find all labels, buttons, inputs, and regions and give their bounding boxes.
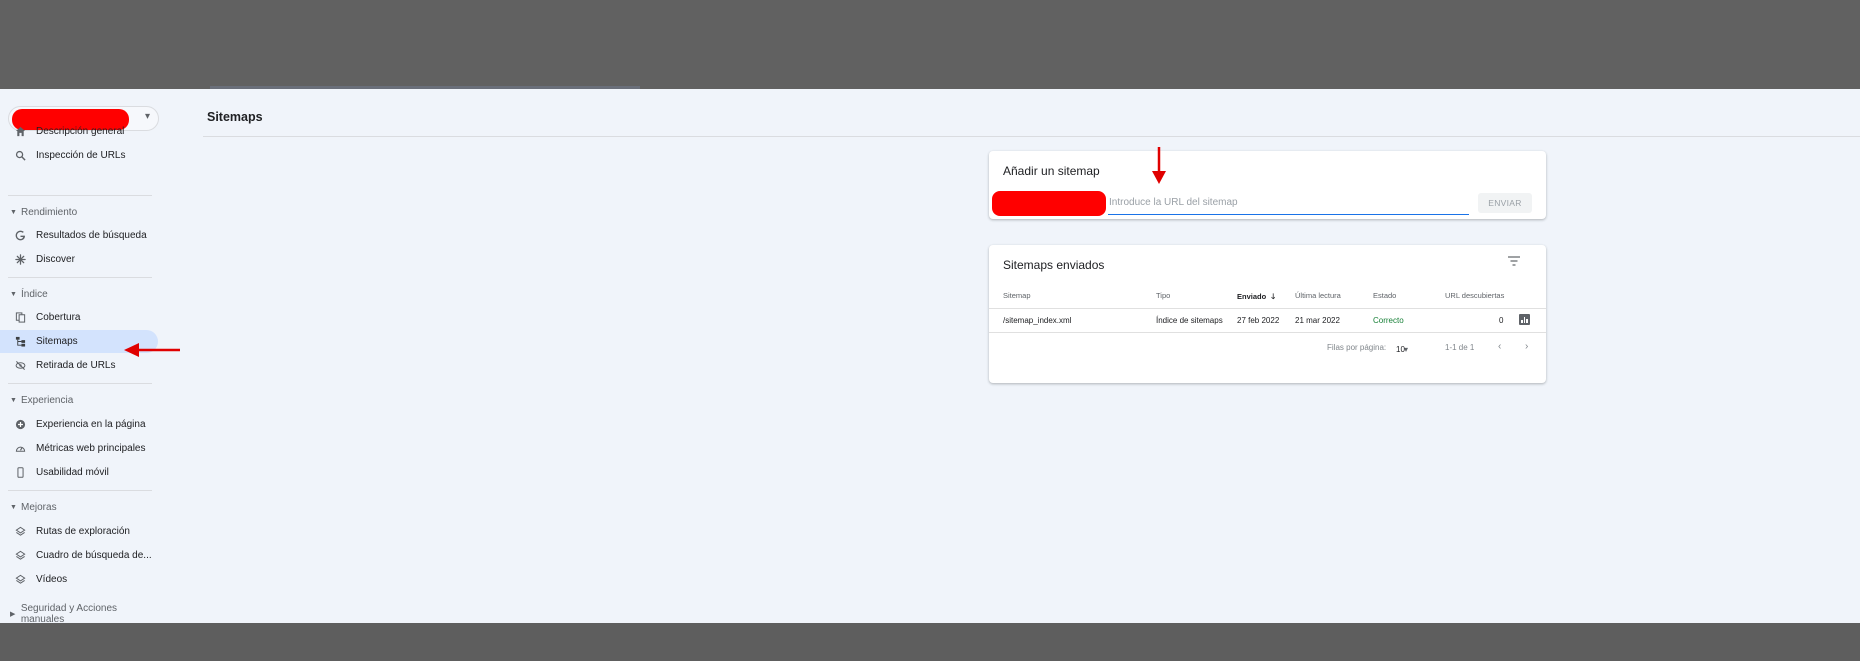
sidebar-item-mobile-usability[interactable]: Usabilidad móvil xyxy=(0,461,158,484)
sidebar-divider xyxy=(8,195,152,196)
column-header-type[interactable]: Tipo xyxy=(1156,291,1170,300)
collapse-triangle-icon: ▼ xyxy=(10,290,17,298)
section-enhancements[interactable]: ▼ Mejoras xyxy=(0,499,57,515)
sidebar-item-core-web-vitals[interactable]: Métricas web principales xyxy=(0,437,158,460)
home-icon xyxy=(13,125,27,139)
layers-icon xyxy=(13,525,27,539)
pagination: Filas por página: 10 ▾ 1-1 de 1 ‹ › xyxy=(989,341,1546,357)
chevron-right-icon[interactable]: › xyxy=(1525,341,1528,352)
column-header-discovered[interactable]: URL descubiertas xyxy=(1445,291,1504,300)
sidebar-item-label: Discover xyxy=(36,254,75,265)
submitted-sitemaps-title: Sitemaps enviados xyxy=(1003,258,1105,272)
sidebar-item-overview[interactable]: Descripción general xyxy=(0,120,158,143)
search-console-app: ▾ Descripción general Inspección de URLs… xyxy=(0,89,1860,623)
collapse-triangle-icon: ▼ xyxy=(10,208,17,216)
column-header-submitted[interactable]: Enviado 🡓 xyxy=(1237,291,1275,304)
chevron-left-icon[interactable]: ‹ xyxy=(1498,341,1501,352)
smartphone-icon xyxy=(13,466,27,480)
redacted-domain-prefix xyxy=(992,191,1106,216)
cell-last-read: 21 mar 2022 xyxy=(1295,316,1340,325)
column-header-status[interactable]: Estado xyxy=(1373,291,1396,300)
sidebar-item-label: Cuadro de búsqueda de... xyxy=(36,550,152,561)
chevron-down-icon: ▾ xyxy=(1404,345,1409,354)
sidebar-item-label: Rutas de exploración xyxy=(36,526,130,537)
submitted-sitemaps-card: Sitemaps enviados Sitemap Tipo Enviado 🡓… xyxy=(989,245,1546,383)
sidebar-item-label: Retirada de URLs xyxy=(36,360,116,371)
sitemap-url-input[interactable] xyxy=(1108,191,1469,215)
sidebar-item-label: Resultados de búsqueda xyxy=(36,230,147,241)
cell-type: Índice de sitemaps xyxy=(1156,316,1223,325)
section-label: Rendimiento xyxy=(21,206,78,218)
collapse-triangle-icon: ▼ xyxy=(10,396,17,404)
sidebar-item-url-inspection[interactable]: Inspección de URLs xyxy=(0,144,158,167)
page-title: Sitemaps xyxy=(207,110,263,124)
collapse-triangle-icon: ▼ xyxy=(10,503,17,511)
sidebar-divider xyxy=(8,277,152,278)
sidebar-item-search-results[interactable]: Resultados de búsqueda xyxy=(0,224,158,247)
sidebar-item-breadcrumbs[interactable]: Rutas de exploración xyxy=(0,520,158,543)
layers-icon xyxy=(13,549,27,563)
search-icon xyxy=(13,149,27,163)
sidebar-item-coverage[interactable]: Cobertura xyxy=(0,306,158,329)
section-index[interactable]: ▼ Índice xyxy=(0,286,48,302)
pages-copy-icon xyxy=(13,311,27,325)
sidebar-item-page-experience[interactable]: Experiencia en la página xyxy=(0,413,158,436)
cell-sitemap: /sitemap_index.xml xyxy=(1003,316,1072,325)
sidebar-divider xyxy=(8,490,152,491)
sidebar-item-label: Vídeos xyxy=(36,574,68,585)
title-divider xyxy=(203,136,1860,137)
section-label: Experiencia xyxy=(21,394,74,406)
add-sitemap-card: Añadir un sitemap ENVIAR xyxy=(989,151,1546,219)
layers-icon xyxy=(13,573,27,587)
section-experience[interactable]: ▼ Experiencia xyxy=(0,392,73,408)
column-header-label: Enviado xyxy=(1237,292,1267,301)
section-label: Índice xyxy=(21,288,48,300)
table-row[interactable]: /sitemap_index.xml Índice de sitemaps 27… xyxy=(989,309,1546,332)
bar-chart-icon[interactable] xyxy=(1519,314,1530,325)
sidebar-item-label: Inspección de URLs xyxy=(36,150,126,161)
cell-discovered: 0 xyxy=(1499,316,1504,325)
speedometer-icon xyxy=(13,442,27,456)
sidebar-item-label: Experiencia en la página xyxy=(36,419,146,430)
sidebar-item-discover[interactable]: Discover xyxy=(0,248,158,271)
arrow-down-icon: 🡓 xyxy=(1271,292,1276,301)
google-g-icon xyxy=(13,229,27,243)
section-label: Seguridad y Acciones manuales xyxy=(20,603,117,623)
sitemap-tree-icon xyxy=(13,335,27,349)
table-header: Sitemap Tipo Enviado 🡓 Última lectura Es… xyxy=(989,286,1546,306)
add-circle-icon xyxy=(13,418,27,432)
page-range: 1-1 de 1 xyxy=(1445,343,1475,352)
column-header-last-read[interactable]: Última lectura xyxy=(1295,291,1341,300)
eye-off-icon xyxy=(13,359,27,373)
sidebar-item-label: Usabilidad móvil xyxy=(36,467,109,478)
sidebar-item-label: Sitemaps xyxy=(36,336,78,347)
sidebar-divider xyxy=(8,383,152,384)
annotation-arrow-down xyxy=(1152,147,1166,184)
add-sitemap-title: Añadir un sitemap xyxy=(1003,164,1100,178)
section-performance[interactable]: ▼ Rendimiento xyxy=(0,204,77,220)
annotation-arrow-left xyxy=(124,343,180,357)
sidebar-item-sitelinks-searchbox[interactable]: Cuadro de búsqueda de... xyxy=(0,544,158,567)
row-divider xyxy=(989,332,1546,333)
sidebar-item-label: Cobertura xyxy=(36,312,81,323)
rows-per-page-label: Filas por página: xyxy=(1327,343,1387,352)
top-dimmed-area xyxy=(0,0,1860,89)
submit-sitemap-button[interactable]: ENVIAR xyxy=(1478,193,1532,213)
sidebar-item-label: Descripción general xyxy=(36,126,125,137)
section-security[interactable]: ▶ Seguridad y Acciones manuales xyxy=(0,603,160,623)
expand-triangle-icon: ▶ xyxy=(10,611,16,618)
column-header-sitemap[interactable]: Sitemap xyxy=(1003,291,1031,300)
cell-submitted: 27 feb 2022 xyxy=(1237,316,1280,325)
sidebar-item-label: Métricas web principales xyxy=(36,443,146,454)
bottom-dimmed-area xyxy=(0,623,1860,661)
asterisk-icon xyxy=(13,253,27,267)
sidebar-item-videos[interactable]: Vídeos xyxy=(0,568,158,591)
section-label: Mejoras xyxy=(21,501,57,513)
filter-icon[interactable] xyxy=(1508,256,1520,266)
cell-status: Correcto xyxy=(1373,316,1404,325)
